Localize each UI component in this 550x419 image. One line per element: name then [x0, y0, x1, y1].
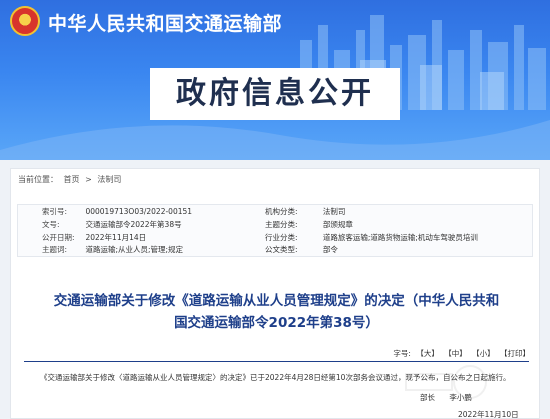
meta-key: 文号:	[42, 219, 60, 229]
meta-key: 主题词:	[42, 245, 68, 255]
document-title-line: 国交通运输部令2022年第38号）	[174, 315, 379, 331]
ministry-name[interactable]: 中华人民共和国交通运输部	[48, 9, 282, 36]
meta-value: 000019713O03/2022-00151	[85, 206, 193, 216]
table-row: 公开日期: 2022年11月14日 行业分类: 道路旅客运输;道路货物运输;机动…	[18, 231, 533, 244]
meta-value: 2022年11月14日	[85, 232, 147, 242]
table-row: 索引号: 000019713O03/2022-00151 机构分类: 法制司	[18, 205, 533, 218]
meta-key: 公文类型:	[265, 245, 298, 255]
table-row: 文号: 交通运输部令2022年第38号 主题分类: 部颁规章	[18, 218, 533, 231]
meta-key: 公开日期:	[42, 232, 75, 242]
meta-value: 部令	[322, 245, 338, 255]
meta-key: 主题分类:	[265, 219, 298, 229]
font-medium-button[interactable]: 【中】	[444, 349, 467, 358]
meta-value: 法制司	[322, 206, 346, 216]
print-button[interactable]: 【打印】	[500, 349, 530, 358]
meta-key: 索引号:	[42, 206, 68, 216]
meta-key: 行业分类:	[265, 232, 298, 242]
sign-date: 2022年11月10日	[458, 410, 519, 419]
font-size-label: 字号:	[393, 349, 411, 358]
meta-value: 交通运输部令2022年第38号	[85, 219, 182, 229]
breadcrumb-legal-dept[interactable]: 法制司	[97, 175, 121, 184]
font-small-button[interactable]: 【小】	[472, 349, 495, 358]
header-banner: 中华人民共和国交通运输部 政府信息公开	[0, 0, 550, 160]
breadcrumb-prefix: 当前位置：	[18, 175, 58, 184]
font-size-tools: 字号: 【大】 【中】 【小】 【打印】	[390, 348, 530, 359]
document-metadata-table: 索引号: 000019713O03/2022-00151 机构分类: 法制司 文…	[17, 204, 533, 257]
meta-value: 道路运输;从业人员;管理;规定	[85, 245, 184, 255]
meta-key: 机构分类:	[265, 206, 298, 216]
document-title: 交通运输部关于修改《道路运输从业人员管理规定》的决定（中华人民共和 国交通运输部…	[24, 290, 529, 334]
meta-value: 部颁规章	[322, 219, 353, 229]
font-large-button[interactable]: 【大】	[416, 349, 439, 358]
breadcrumb-home[interactable]: 首页	[64, 175, 80, 184]
meta-value: 道路旅客运输;道路货物运输;机动车驾驶员培训	[322, 232, 478, 242]
section-title: 政府信息公开	[150, 68, 400, 120]
document-title-line: 交通运输部关于修改《道路运输从业人员管理规定》的决定（中华人民共和	[53, 293, 500, 309]
table-row: 主题词: 道路运输;从业人员;管理;规定 公文类型: 部令	[18, 244, 533, 257]
national-emblem-icon	[10, 6, 40, 36]
breadcrumb-separator: >	[85, 175, 92, 184]
breadcrumb: 当前位置： 首页 > 法制司	[18, 174, 124, 185]
watermark-icon	[405, 365, 487, 399]
